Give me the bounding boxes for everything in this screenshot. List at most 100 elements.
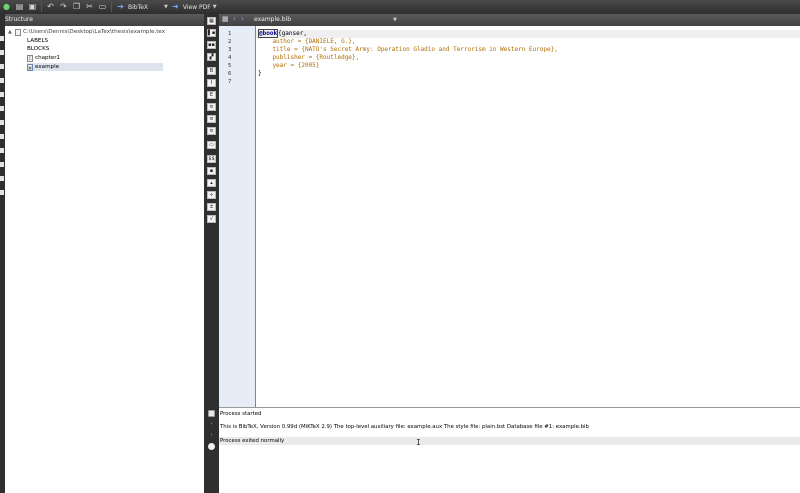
new-document-icon[interactable]: ● xyxy=(1,2,12,13)
toolbar-separator xyxy=(111,2,112,12)
code-line: @book{ganser, xyxy=(258,29,307,38)
view-combo[interactable]: View PDF ▼ xyxy=(183,3,217,12)
prev-tab-icon[interactable]: ‹ xyxy=(233,15,236,23)
sqrt-icon[interactable]: √ xyxy=(207,215,216,223)
copy-icon[interactable]: ❐ xyxy=(71,2,82,13)
code-line: author = {DANIELE, G.}, xyxy=(258,38,356,45)
collapse-arrow-icon[interactable]: ▲ xyxy=(8,28,13,36)
undo-icon[interactable]: ↶ xyxy=(45,2,56,13)
text-cursor-icon: I xyxy=(416,438,421,447)
code-line: title = {NATO's Secret Army: Operation G… xyxy=(258,46,558,53)
bib-entry-type: @book xyxy=(258,29,279,38)
view-combo-value: View PDF xyxy=(182,3,211,11)
line-number: 1 xyxy=(228,31,232,37)
strip-button[interactable] xyxy=(0,106,4,111)
align-icon[interactable]: ≡ xyxy=(207,115,216,123)
tex-file-icon xyxy=(15,28,21,36)
bib-tool-icon[interactable]: ▞ xyxy=(207,53,216,61)
current-line-highlight xyxy=(256,30,800,38)
tree-item-label: BLOCKS xyxy=(27,46,50,52)
tree-root-label: C:\Users\Dennis\Desktop\LaTex\thesis\exa… xyxy=(23,29,166,35)
tree-item-blocks[interactable]: BLOCKS xyxy=(27,45,49,53)
strip-button[interactable] xyxy=(0,36,4,41)
console-line: Process started xyxy=(220,411,262,417)
chevron-down-icon: ▼ xyxy=(164,4,168,10)
code-line: publisher = {Routledge}, xyxy=(258,54,360,61)
structure-panel-header: Structure xyxy=(5,14,204,26)
fraction-icon[interactable]: ÷ xyxy=(207,191,216,199)
sup-icon[interactable]: ▴ xyxy=(207,179,216,187)
view-arrow-icon[interactable]: ➜ xyxy=(170,2,181,13)
line-number: 4 xyxy=(228,55,232,61)
console-line: This is BibTeX, Version 0.99d (MiKTeX 2.… xyxy=(220,424,589,430)
tex-file-icon: C xyxy=(27,54,33,62)
strip-button[interactable] xyxy=(0,50,4,55)
editor-tab-bar: ▦ ‹ › example.bib ▼ xyxy=(219,14,800,26)
stop-process-icon[interactable] xyxy=(208,443,215,450)
strip-button[interactable] xyxy=(0,176,4,181)
tab-list-icon[interactable]: ▦ xyxy=(222,15,229,23)
paste-icon[interactable]: ▭ xyxy=(97,2,108,13)
bold-icon[interactable]: B xyxy=(207,67,216,75)
prev-error-icon[interactable]: ‹ xyxy=(208,432,215,439)
strip-button[interactable] xyxy=(0,190,4,195)
open-icon[interactable]: ▤ xyxy=(14,2,25,13)
compile-arrow-icon[interactable]: ➜ xyxy=(115,2,126,13)
main-toolbar: ● ▤ ▣ ↶ ↷ ❐ ✂ ▭ ➜ BibTeX ▼ ➜ View PDF ▼ xyxy=(0,0,800,14)
sub-icon[interactable]: ▪ xyxy=(207,167,216,175)
tree-item-labels[interactable]: LABELS xyxy=(27,37,48,45)
strip-button[interactable] xyxy=(0,64,4,69)
tree-item-label: example xyxy=(35,64,60,70)
tree-item-label: LABELS xyxy=(27,38,49,44)
chevron-down-icon: ▼ xyxy=(212,4,217,10)
align-icon[interactable]: ≡ xyxy=(207,127,216,135)
console-output[interactable]: Process started This is BibTeX, Version … xyxy=(219,407,800,493)
fraction-icon[interactable]: ± xyxy=(207,203,216,211)
strip-button[interactable] xyxy=(0,92,4,97)
bib-tool-icon[interactable]: ▌▪ xyxy=(207,29,216,37)
line-number-gutter: 1 2 3 4 5 6 7 xyxy=(219,26,256,407)
emphasis-icon[interactable]: E xyxy=(207,91,216,99)
structure-panel: ▲ C:\Users\Dennis\Desktop\LaTex\thesis\e… xyxy=(5,26,204,493)
cut-icon[interactable]: ✂ xyxy=(84,2,95,13)
strip-button[interactable] xyxy=(0,162,4,167)
chevron-down-icon[interactable]: ▼ xyxy=(393,14,397,26)
toolbar-separator xyxy=(41,2,42,12)
strip-button[interactable] xyxy=(0,78,4,83)
bib-tool-icon[interactable]: ▪▪ xyxy=(207,41,216,49)
line-number: 2 xyxy=(228,39,232,45)
strip-button[interactable] xyxy=(0,148,4,153)
console-toolbar: › ‹ xyxy=(204,407,219,493)
tree-item-chapter1[interactable]: C chapter1 xyxy=(27,54,60,62)
math-icon[interactable]: $$ xyxy=(207,155,216,163)
align-icon[interactable]: ≡ xyxy=(207,103,216,111)
line-number: 3 xyxy=(228,47,232,53)
tab-example-bib[interactable]: example.bib xyxy=(254,14,291,26)
code-line: } xyxy=(258,70,262,77)
code-editor[interactable]: @book{ganser, author = {DANIELE, G.}, ti… xyxy=(256,26,800,407)
code-line: year = {2005} xyxy=(258,62,320,69)
tree-item-label: chapter1 xyxy=(35,55,61,61)
line-number: 7 xyxy=(228,79,232,85)
italic-icon[interactable]: I xyxy=(207,79,216,87)
bib-entry-key: {ganser, xyxy=(278,30,307,37)
tree-root[interactable]: ▲ C:\Users\Dennis\Desktop\LaTex\thesis\e… xyxy=(8,28,165,36)
console-line-highlight xyxy=(219,437,800,445)
save-icon[interactable]: ▣ xyxy=(27,2,38,13)
redo-icon[interactable]: ↷ xyxy=(58,2,69,13)
next-tab-icon[interactable]: › xyxy=(241,15,244,23)
compile-combo-value: BibTeX xyxy=(128,3,149,11)
line-number: 6 xyxy=(228,71,232,77)
list-icon[interactable]: ▭ xyxy=(207,141,216,149)
strip-button[interactable] xyxy=(0,120,4,125)
compile-combo[interactable]: BibTeX ▼ xyxy=(128,3,168,12)
structure-title: Structure xyxy=(5,16,33,23)
bib-tool-icon[interactable]: ▦ xyxy=(207,17,216,25)
strip-button[interactable] xyxy=(0,134,4,139)
line-number: 5 xyxy=(228,63,232,69)
next-error-icon[interactable]: › xyxy=(208,421,215,428)
tree-item-example[interactable]: ▦ example xyxy=(27,63,163,71)
console-log-icon[interactable] xyxy=(208,410,215,417)
bib-file-icon: ▦ xyxy=(27,63,33,71)
console-line: Process exited normally xyxy=(220,438,285,444)
